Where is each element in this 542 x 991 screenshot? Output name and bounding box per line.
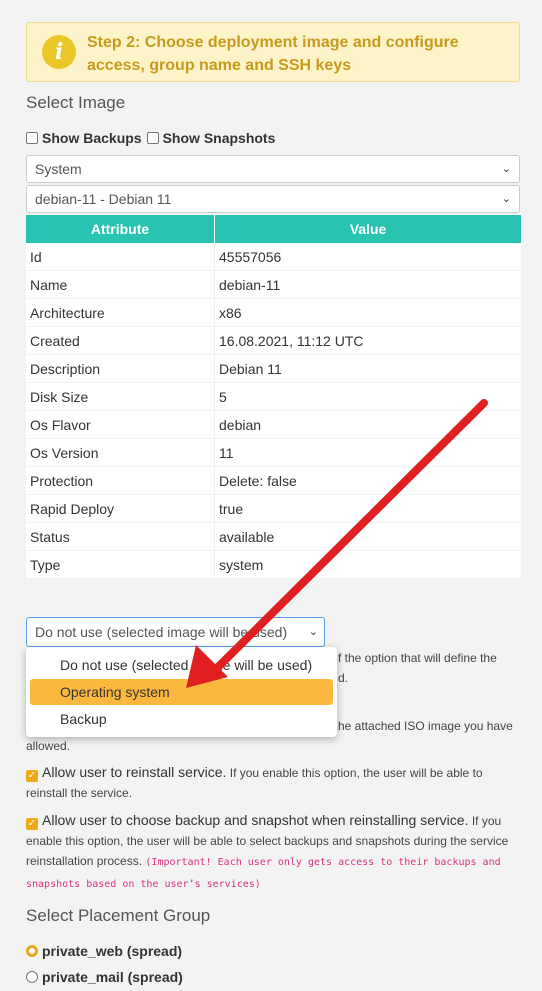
backup-snapshot-option: ✓ Allow user to choose backup and snapsho…: [26, 810, 520, 895]
table-row: Description Debian 11: [26, 354, 521, 383]
value-cell: true: [214, 494, 521, 523]
show-options-row: Show Backups Show Snapshots: [26, 130, 275, 146]
placement-group-title: Select Placement Group: [26, 906, 211, 925]
attribute-cell: Type: [26, 550, 215, 579]
table-row: Os Version 11: [26, 438, 521, 467]
table-row: Protection Delete: false: [26, 466, 521, 495]
attribute-cell: Id: [26, 243, 215, 271]
hidden-description-line: d.: [338, 671, 349, 685]
attribute-cell: Rapid Deploy: [26, 494, 215, 523]
table-row: Status available: [26, 522, 521, 551]
attribute-cell: Os Version: [26, 438, 215, 467]
image-type-value: System: [35, 161, 82, 177]
attribute-column-header[interactable]: Attribute: [26, 215, 215, 243]
value-cell: Delete: false: [214, 466, 521, 495]
dropdown-option-do-not-use[interactable]: Do not use (selected image will be used): [30, 652, 333, 678]
table-row: Created 16.08.2021, 11:12 UTC: [26, 326, 521, 355]
dropdown-option-backup[interactable]: Backup: [30, 706, 333, 732]
attribute-cell: Disk Size: [26, 382, 215, 411]
chevron-down-icon: ⌄: [308, 626, 318, 638]
image-select[interactable]: debian-11 - Debian 11 ⌄: [26, 185, 520, 213]
dropdown-option-operating-system[interactable]: Operating system: [30, 679, 333, 705]
table-row: Name debian-11: [26, 270, 521, 299]
attribute-cell: Name: [26, 270, 215, 299]
chevron-down-icon: ⌄: [501, 193, 511, 205]
table-row: Type system: [26, 550, 521, 579]
table-row: Disk Size 5: [26, 382, 521, 411]
value-cell: 45557056: [214, 243, 521, 271]
table-row: Architecture x86: [26, 298, 521, 327]
show-backups-checkbox[interactable]: [26, 132, 38, 144]
os-source-select[interactable]: Do not use (selected image will be used)…: [26, 617, 325, 647]
attribute-cell: Created: [26, 326, 215, 355]
radio-unselected-icon[interactable]: [26, 971, 38, 983]
attribute-cell: Description: [26, 354, 215, 383]
placement-option-private-mail[interactable]: private_mail (spread): [26, 969, 183, 985]
step-banner: i Step 2: Choose deployment image and co…: [26, 22, 520, 82]
value-cell: debian-11: [214, 270, 521, 299]
value-cell: Debian 11: [214, 354, 521, 383]
deployment-step-page: i Step 2: Choose deployment image and co…: [0, 0, 542, 991]
hidden-description-line: allowed.: [26, 739, 71, 753]
hidden-description-line: f the option that will define the: [338, 651, 497, 665]
placement-option-label[interactable]: private_web (spread): [42, 943, 182, 959]
show-backups-label[interactable]: Show Backups: [42, 130, 142, 146]
image-attributes-table: Attribute Value Id 45557056 Name debian-11…: [26, 215, 521, 579]
attribute-cell: Architecture: [26, 298, 215, 327]
table-row: Os Flavor debian: [26, 410, 521, 439]
placement-option-private-web[interactable]: private_web (spread): [26, 943, 182, 959]
value-column-header[interactable]: Value: [214, 215, 521, 243]
hidden-description-line: he attached ISO image you have: [338, 719, 513, 733]
show-snapshots-checkbox[interactable]: [146, 132, 159, 144]
image-type-select[interactable]: System ⌄: [26, 155, 520, 183]
value-cell: x86: [214, 298, 521, 327]
os-source-dropdown-menu: Do not use (selected image will be used)…: [26, 647, 337, 737]
table-row: Id 45557056: [26, 243, 521, 271]
radio-selected-icon[interactable]: [26, 945, 38, 957]
value-cell: 11: [214, 438, 521, 467]
attribute-cell: Os Flavor: [26, 410, 215, 439]
show-snapshots-label[interactable]: Show Snapshots: [163, 130, 276, 146]
table-row: Rapid Deploy true: [26, 494, 521, 523]
value-cell: debian: [214, 410, 521, 439]
backup-snapshot-checkbox[interactable]: ✓: [26, 818, 38, 830]
attribute-cell: Protection: [26, 466, 215, 495]
value-cell: 5: [214, 382, 521, 411]
value-cell: 16.08.2021, 11:12 UTC: [214, 326, 521, 355]
reinstall-label[interactable]: Allow user to reinstall service.: [42, 764, 226, 780]
step-banner-text: Step 2: Choose deployment image and conf…: [87, 34, 459, 74]
os-source-value: Do not use (selected image will be used): [35, 624, 288, 640]
reinstall-checkbox[interactable]: ✓: [26, 770, 38, 782]
attribute-cell: Status: [26, 522, 215, 551]
table-header-row: Attribute Value: [26, 215, 521, 243]
reinstall-option: ✓ Allow user to reinstall service. If you…: [26, 762, 520, 803]
placement-option-label[interactable]: private_mail (spread): [42, 969, 183, 985]
select-image-title: Select Image: [26, 93, 126, 112]
value-cell: available: [214, 522, 521, 551]
backup-snapshot-label[interactable]: Allow user to choose backup and snapshot…: [42, 812, 468, 828]
chevron-down-icon: ⌄: [501, 163, 511, 175]
value-cell: system: [214, 550, 521, 579]
image-select-value: debian-11 - Debian 11: [35, 191, 172, 207]
info-icon: i: [42, 35, 76, 69]
